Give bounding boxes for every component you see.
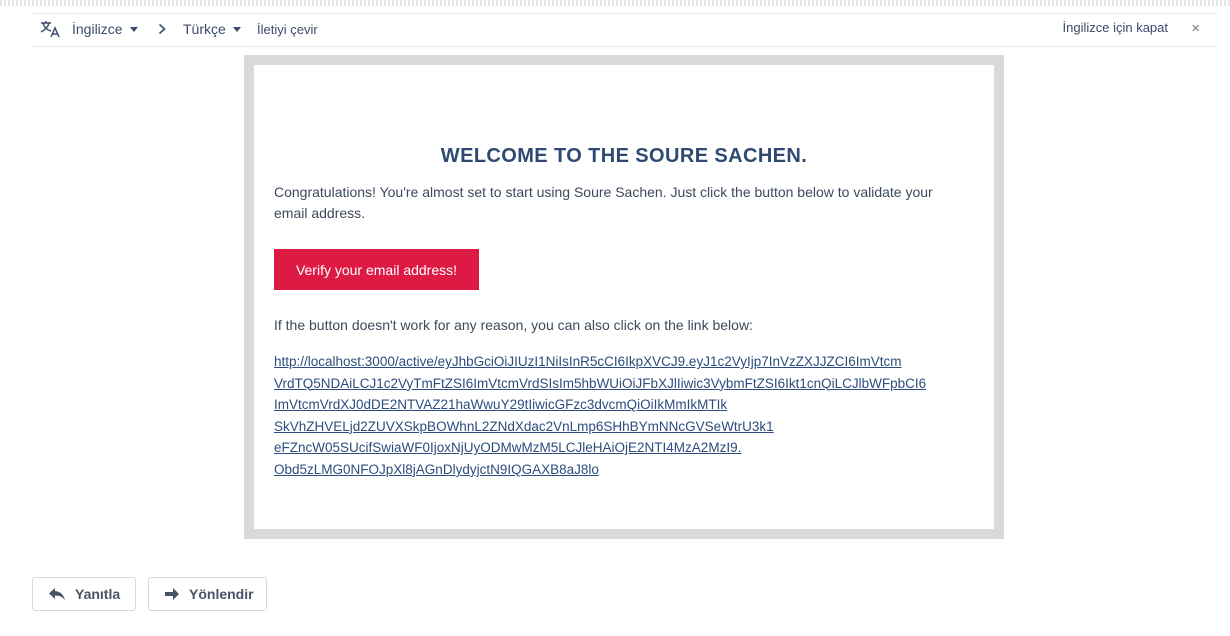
- fallback-text: If the button doesn't work for any reaso…: [274, 317, 753, 333]
- source-language-label: İngilizce: [72, 21, 123, 37]
- email-card: WELCOME TO THE SOURE SACHEN. Congratulat…: [254, 65, 994, 529]
- close-icon[interactable]: ×: [1191, 13, 1200, 43]
- translate-message-link[interactable]: İletiyi çevir: [257, 14, 318, 44]
- translate-bar: İngilizce Türkçe İletiyi çevir İngilizce…: [32, 13, 1216, 47]
- source-language-dropdown[interactable]: İngilizce: [72, 14, 138, 44]
- close-translation-link[interactable]: İngilizce için kapat: [1063, 12, 1169, 42]
- reply-button[interactable]: Yanıtla: [32, 577, 136, 611]
- verification-link-line[interactable]: eFZncW05SUcifSwiaWF0IjoxNjUyODMwMzM5LCJl…: [274, 437, 974, 459]
- forward-icon: [164, 587, 180, 601]
- email-body-frame: WELCOME TO THE SOURE SACHEN. Congratulat…: [244, 55, 1004, 539]
- target-language-label: Türkçe: [183, 21, 226, 37]
- email-title: WELCOME TO THE SOURE SACHEN.: [440, 145, 808, 167]
- forward-button[interactable]: Yönlendir: [148, 577, 267, 611]
- reply-icon: [48, 587, 66, 601]
- target-language-dropdown[interactable]: Türkçe: [183, 14, 241, 44]
- verification-link-line[interactable]: VrdTQ5NDAiLCJ1c2VyTmFtZSI6ImVtcmVrdSIsIm…: [274, 373, 974, 395]
- translate-icon[interactable]: [40, 14, 62, 44]
- verify-email-button[interactable]: Verify your email address!: [274, 249, 479, 290]
- reply-label: Yanıtla: [75, 586, 121, 602]
- verification-link-line[interactable]: Obd5zLMG0NFOJpXl8jAGnDlydyjctN9IQGAXB8aJ…: [274, 459, 974, 481]
- verification-link-line[interactable]: http://localhost:3000/active/eyJhbGciOiJ…: [274, 351, 974, 373]
- verification-link-line[interactable]: SkVhZHVELjd2ZUVXSkpBOWhnL2ZNdXdac2VnLmp6…: [274, 416, 974, 438]
- intro-text: Congratulations! You're almost set to st…: [274, 184, 933, 221]
- verification-link-line[interactable]: ImVtcmVrdXJ0dDE2NTVAZ21haWwuY29tIiwicGFz…: [274, 394, 974, 416]
- verification-link[interactable]: http://localhost:3000/active/eyJhbGciOiJ…: [274, 351, 974, 481]
- chevron-right-icon: [158, 14, 168, 44]
- chevron-down-icon: [129, 26, 138, 32]
- window-top-edge: [0, 0, 1230, 6]
- forward-label: Yönlendir: [189, 586, 254, 602]
- chevron-down-icon: [232, 26, 241, 32]
